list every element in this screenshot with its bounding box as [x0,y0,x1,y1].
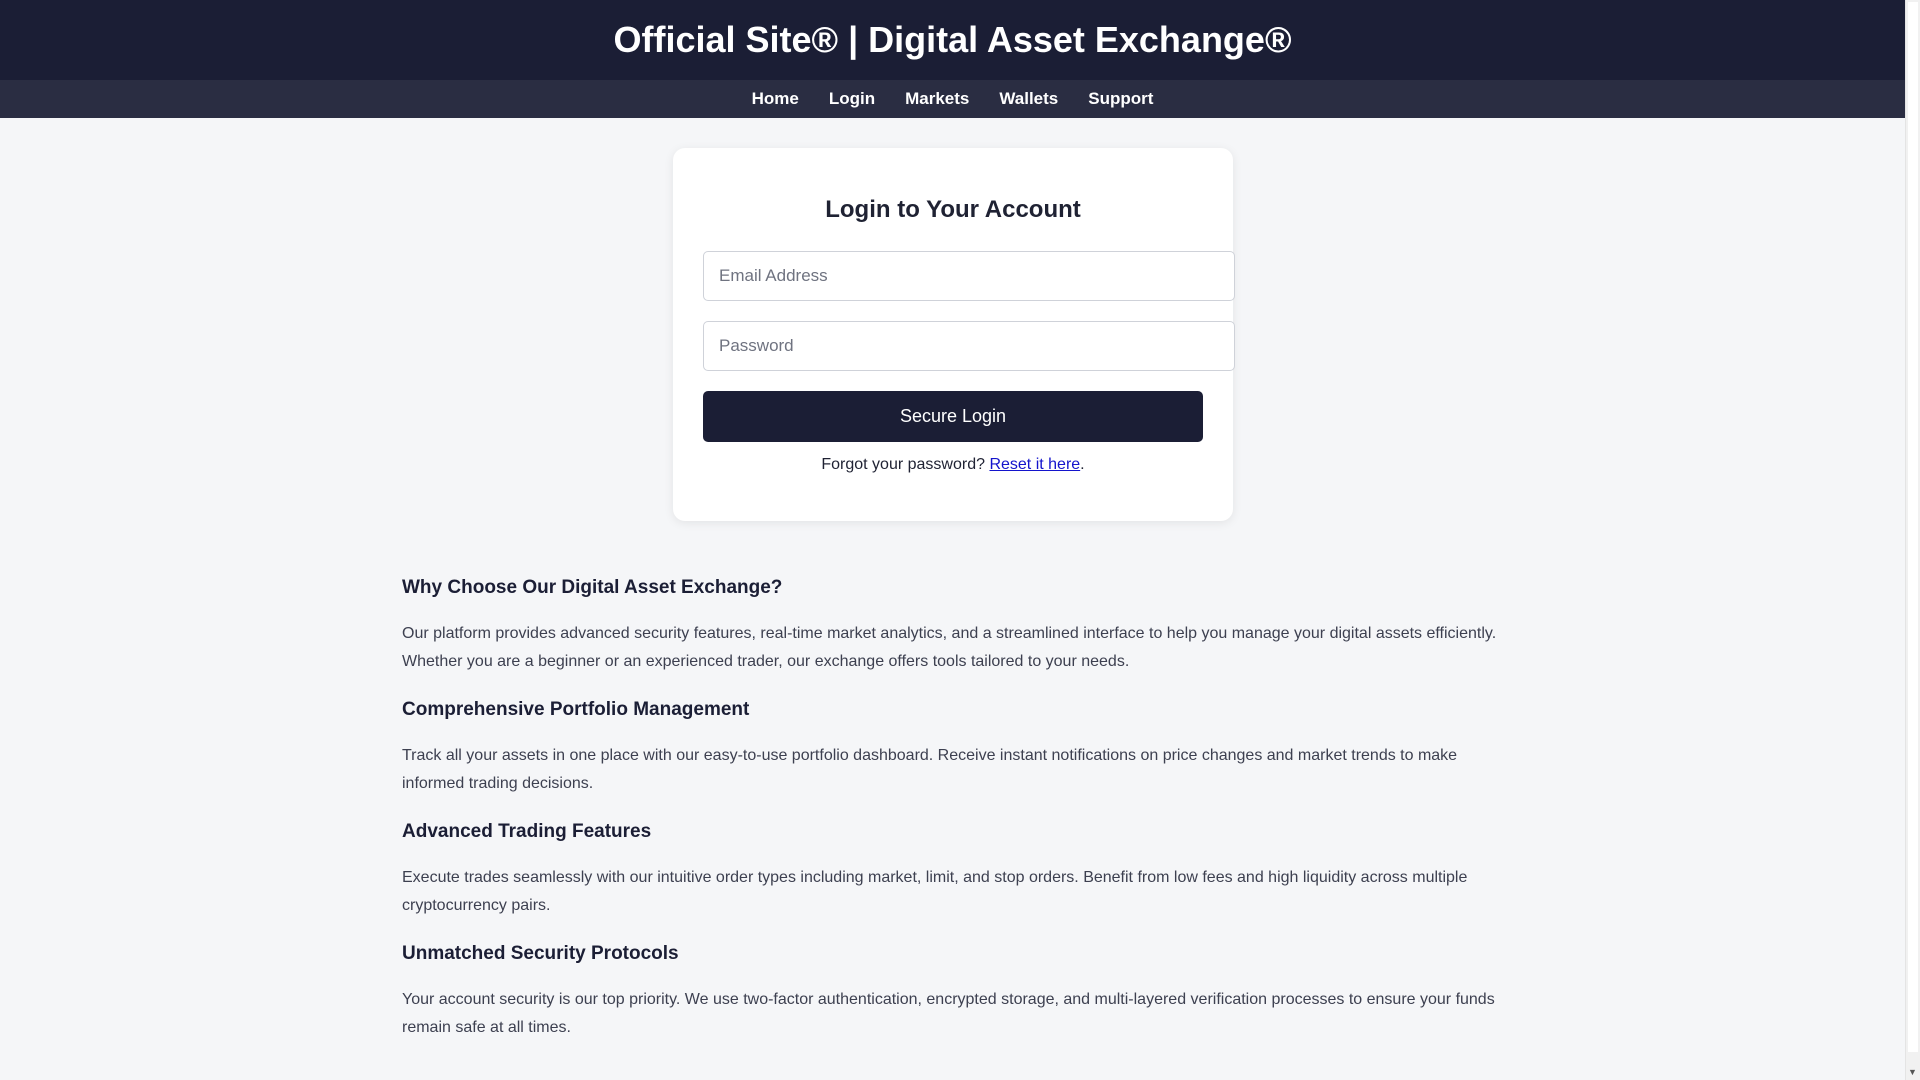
forgot-password-suffix: . [1080,456,1085,473]
page: Official Site® | Digital Asset Exchange®… [0,0,1905,1080]
login-title: Login to Your Account [825,196,1081,223]
secure-login-button[interactable]: Secure Login [703,391,1203,442]
nav-item-login[interactable]: Login [829,89,875,109]
login-card: Login to Your Account Secure Login Forgo… [673,148,1235,521]
nav-item-markets[interactable]: Markets [905,89,969,109]
info-content: Why Choose Our Digital Asset Exchange? O… [402,574,1512,1062]
section-body: Execute trades seamlessly with our intui… [402,869,1468,914]
vertical-scrollbar[interactable]: ▼ [1905,0,1920,1080]
section-body: Track all your assets in one place with … [402,747,1458,792]
chevron-down-icon[interactable]: ▼ [1905,1063,1920,1080]
scrollbar-thumb[interactable] [1908,2,1918,1052]
section-body: Our platform provides advanced security … [402,625,1497,670]
nav-item-wallets[interactable]: Wallets [999,89,1058,109]
site-title: Official Site® | Digital Asset Exchange® [613,19,1292,60]
section-body: Your account security is our top priorit… [402,991,1495,1036]
reset-password-link[interactable]: Reset it here [989,456,1080,473]
section-heading: Why Choose Our Digital Asset Exchange? [402,577,783,598]
info-section: Advanced Trading Features Execute trades… [402,818,1512,920]
nav-item-home[interactable]: Home [752,89,799,109]
password-field[interactable] [703,321,1235,371]
email-field[interactable] [703,251,1235,301]
main-nav: Home Login Markets Wallets Support [0,80,1905,118]
site-header: Official Site® | Digital Asset Exchange® [0,0,1905,80]
info-section: Why Choose Our Digital Asset Exchange? O… [402,574,1512,676]
section-heading: Advanced Trading Features [402,821,652,842]
forgot-password-text: Forgot your password? Reset it here. [673,456,1233,474]
section-heading: Unmatched Security Protocols [402,943,679,964]
forgot-password-label: Forgot your password? [821,456,985,473]
section-heading: Comprehensive Portfolio Management [402,699,750,720]
info-section: Comprehensive Portfolio Management Track… [402,696,1512,798]
nav-item-support[interactable]: Support [1088,89,1153,109]
info-section: Unmatched Security Protocols Your accoun… [402,940,1512,1042]
